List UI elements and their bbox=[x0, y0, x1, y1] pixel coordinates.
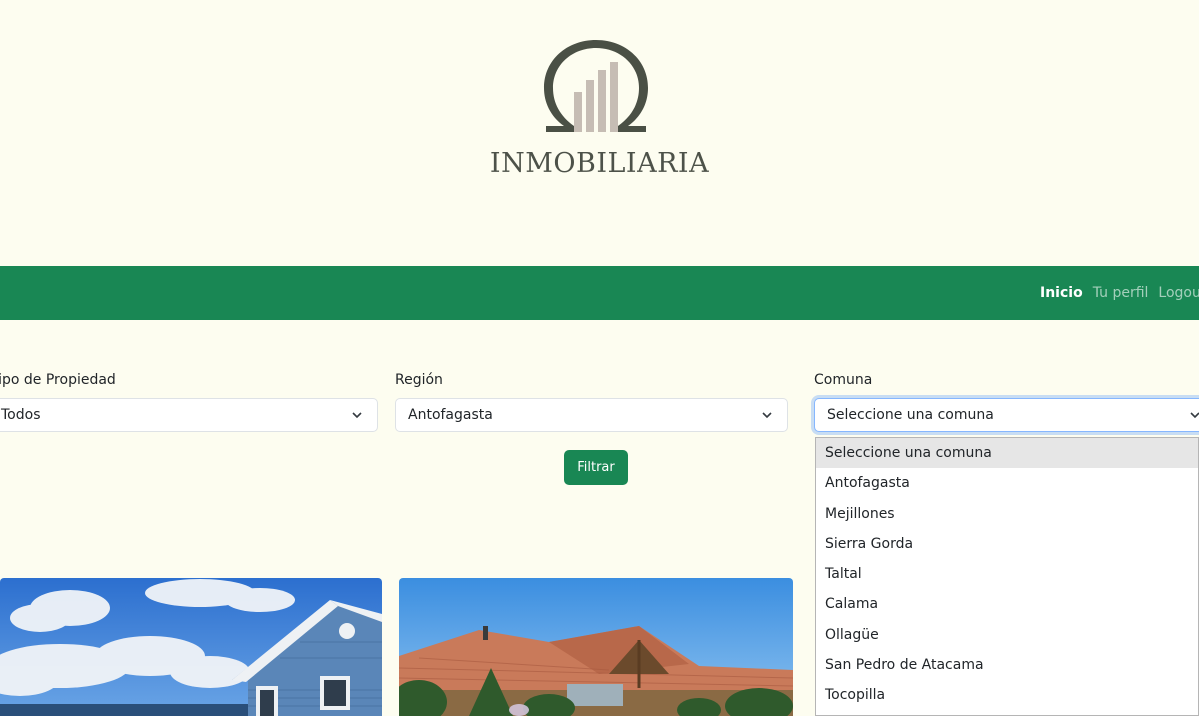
comuna-label: Comuna bbox=[814, 372, 873, 388]
filtrar-button[interactable]: Filtrar bbox=[564, 450, 628, 485]
comuna-option[interactable]: Antofagasta bbox=[816, 468, 1198, 498]
comuna-option[interactable]: Seleccione una comuna bbox=[816, 438, 1198, 469]
region-select[interactable]: Antofagasta bbox=[395, 398, 788, 432]
page: INMOBILIARIA Inicio Tu perfil Logout Tip… bbox=[0, 0, 1199, 716]
tile-roof-house-photo bbox=[399, 578, 793, 716]
tipo-propiedad-select[interactable]: Todos bbox=[0, 398, 378, 432]
comuna-select[interactable]: Seleccione una comuna bbox=[814, 398, 1199, 432]
comuna-option[interactable]: Ollagüe bbox=[816, 620, 1198, 650]
comuna-option[interactable]: Taltal bbox=[816, 559, 1198, 589]
region-label: Región bbox=[395, 372, 443, 388]
site-header: INMOBILIARIA bbox=[0, 0, 1199, 266]
nav-link-inicio[interactable]: Inicio bbox=[1040, 285, 1083, 301]
comuna-option[interactable]: Sierra Gorda bbox=[816, 529, 1198, 559]
comuna-option[interactable]: Mejillones bbox=[816, 499, 1198, 529]
brand-name: INMOBILIARIA bbox=[489, 148, 710, 179]
comuna-option[interactable]: San Pedro de Atacama bbox=[816, 650, 1198, 680]
tipo-propiedad-value: Todos bbox=[1, 407, 41, 423]
comuna-option[interactable]: Tocopilla bbox=[816, 680, 1198, 710]
region-value: Antofagasta bbox=[408, 407, 493, 423]
property-card-image[interactable] bbox=[399, 578, 793, 716]
comuna-value: Seleccione una comuna bbox=[827, 407, 994, 423]
chevron-down-icon bbox=[1190, 412, 1199, 419]
nav-link-perfil[interactable]: Tu perfil bbox=[1093, 285, 1149, 301]
nav-link-logout[interactable]: Logout bbox=[1158, 285, 1199, 301]
chevron-down-icon bbox=[762, 412, 772, 419]
nav-links: Inicio Tu perfil Logout bbox=[1040, 266, 1199, 320]
comuna-options-list: Seleccione una comuna Antofagasta Mejill… bbox=[815, 437, 1199, 716]
tipo-propiedad-label: Tipo de Propiedad bbox=[0, 372, 116, 388]
comuna-option[interactable]: Calama bbox=[816, 589, 1198, 619]
property-card-image[interactable] bbox=[0, 578, 382, 716]
building-arch-icon bbox=[544, 40, 648, 132]
blue-house-photo bbox=[0, 578, 382, 716]
navbar: Inicio Tu perfil Logout bbox=[0, 266, 1199, 320]
chevron-down-icon bbox=[352, 412, 362, 419]
